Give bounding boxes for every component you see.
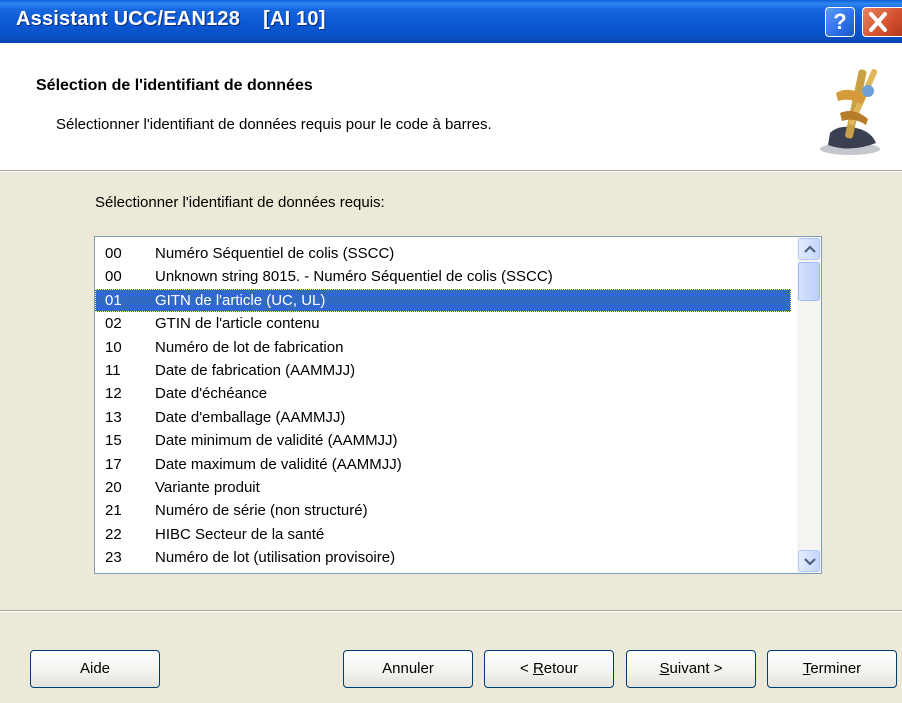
item-description: Date maximum de validité (AAMMJJ) <box>155 455 402 473</box>
close-button[interactable] <box>862 7 902 37</box>
scroll-down-button[interactable] <box>798 550 820 572</box>
item-description: HIBC Secteur de la santé <box>155 525 325 543</box>
item-code: 01 <box>105 291 122 309</box>
item-description: Date d'échéance <box>155 385 268 403</box>
vertical-scrollbar[interactable] <box>797 237 821 573</box>
close-icon <box>869 12 887 32</box>
next-accelerator: S <box>659 660 670 677</box>
scroll-up-icon <box>804 245 816 253</box>
back-label-rest: etour <box>543 660 578 677</box>
finish-button[interactable]: Terminer <box>767 650 897 688</box>
list-item[interactable]: 00 Unknown string 8015. - Numéro Séquenti… <box>95 265 791 288</box>
list-item[interactable]: 01 GITN de l'article (UC, UL) <box>95 288 791 313</box>
wizard-header: Sélection de l'identifiant de données Sé… <box>0 43 902 170</box>
item-code: 21 <box>105 502 122 520</box>
item-code: 10 <box>105 338 122 356</box>
list-item[interactable]: 22 HIBC Secteur de la santé <box>95 523 791 546</box>
scroll-down-icon <box>804 558 816 566</box>
help-dialog-button[interactable]: Aide <box>30 650 160 688</box>
scroll-up-button[interactable] <box>798 238 820 260</box>
list-item[interactable]: 11 Date de fabrication (AAMMJJ) <box>95 359 791 382</box>
item-code: 15 <box>105 432 122 450</box>
item-code: 13 <box>105 408 122 426</box>
scroll-thumb[interactable] <box>798 262 820 301</box>
item-code: 20 <box>105 478 122 496</box>
item-code: 02 <box>105 315 122 333</box>
item-description: Date de fabrication (AAMMJJ) <box>155 361 356 379</box>
item-code: 11 <box>105 361 121 379</box>
footer-separator-highlight <box>0 611 902 612</box>
item-description: GTIN de l'article contenu <box>155 315 320 333</box>
back-accelerator: R <box>532 660 544 677</box>
item-description: Numéro de lot de fabrication <box>155 338 344 356</box>
item-description: Variante produit <box>155 478 260 496</box>
header-separator-highlight <box>0 171 902 172</box>
item-code: 12 <box>105 385 122 403</box>
list-item[interactable]: 10 Numéro de lot de fabrication <box>95 336 791 359</box>
item-description: Numéro de série (non structuré) <box>155 502 368 520</box>
list-item[interactable]: 15 Date minimum de validité (AAMMJJ) <box>95 429 791 452</box>
list-label: Sélectionner l'identifiant de données re… <box>95 194 385 211</box>
item-description: Date minimum de validité (AAMMJJ) <box>155 432 398 450</box>
help-icon: ? <box>833 9 847 34</box>
list-item[interactable]: 00 Numéro Séquentiel de colis (SSCC) <box>95 242 791 265</box>
cancel-button[interactable]: Annuler <box>343 650 473 688</box>
help-button[interactable]: ? <box>825 7 855 37</box>
list-rows: 00 Numéro Séquentiel de colis (SSCC) 00 Unk… <box>95 242 791 569</box>
header-title: Sélection de l'identifiant de données <box>36 77 313 94</box>
list-item[interactable]: 21 Numéro de série (non structuré) <box>95 499 791 522</box>
title-bar[interactable]: Assistant UCC/EAN128 [AI 10] ? <box>0 0 902 43</box>
next-button[interactable]: Suivant > <box>626 650 756 688</box>
item-code: 00 <box>105 245 122 262</box>
wizard-icon <box>820 69 880 155</box>
item-code: 22 <box>105 525 122 543</box>
wizard-window: Assistant UCC/EAN128 [AI 10] ? Sélection… <box>0 0 902 703</box>
back-prefix: < <box>520 660 533 677</box>
list-item[interactable]: 20 Variante produit <box>95 476 791 499</box>
item-description: Unknown string 8015. - Numéro Séquentiel… <box>155 268 553 286</box>
list-item[interactable]: 23 Numéro de lot (utilisation provisoire) <box>95 546 791 569</box>
item-description: GITN de l'article (UC, UL) <box>155 291 326 309</box>
next-label-rest: uivant > <box>669 660 723 677</box>
item-description: Date d'emballage (AAMMJJ) <box>155 408 346 426</box>
item-description: Numéro de lot (utilisation provisoire) <box>155 549 396 567</box>
item-code: 00 <box>105 268 122 286</box>
header-subtitle: Sélectionner l'identifiant de données re… <box>56 116 492 133</box>
finish-label-rest: erminer <box>810 660 862 677</box>
item-code: 17 <box>105 455 122 473</box>
identifier-listbox[interactable]: 00 Numéro Séquentiel de colis (SSCC) 00 Unk… <box>94 236 822 574</box>
list-item[interactable]: 17 Date maximum de validité (AAMMJJ) <box>95 453 791 476</box>
list-item[interactable]: 02 GTIN de l'article contenu <box>95 312 791 335</box>
list-item[interactable]: 13 Date d'emballage (AAMMJJ) <box>95 406 791 429</box>
item-code: 23 <box>105 549 122 567</box>
back-button[interactable]: < Retour <box>484 650 614 688</box>
item-description: Numéro Séquentiel de colis (SSCC) <box>155 245 395 262</box>
list-item[interactable]: 12 Date d'échéance <box>95 382 791 405</box>
window-title: Assistant UCC/EAN128 [AI 10] <box>16 8 326 30</box>
